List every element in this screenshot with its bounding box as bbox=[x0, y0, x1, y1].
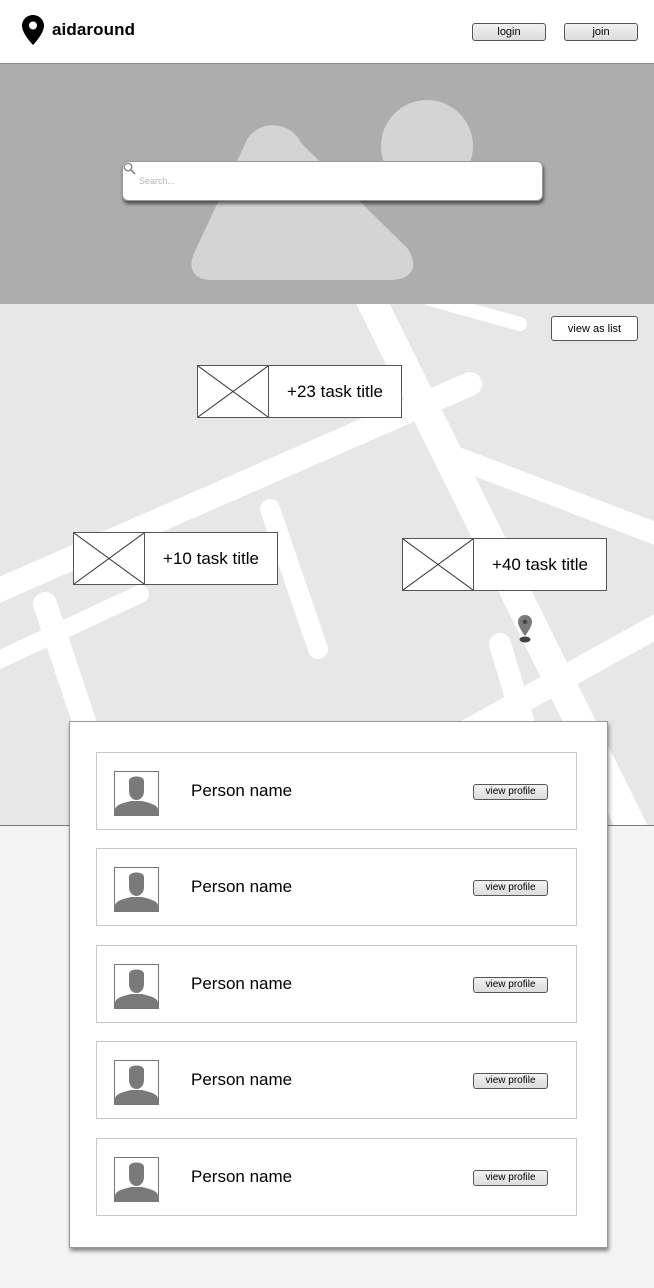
person-name: Person name bbox=[191, 974, 293, 993]
person-silhouette-icon bbox=[115, 969, 158, 1008]
search-bar[interactable] bbox=[122, 161, 543, 201]
brand-name[interactable]: aidaround bbox=[52, 20, 135, 40]
map-task-card[interactable]: +10 task title bbox=[73, 532, 278, 585]
people-list-panel: Person name view profile Person name vie… bbox=[69, 721, 608, 1248]
person-silhouette-icon bbox=[115, 1162, 158, 1201]
view-profile-button[interactable]: view profile bbox=[473, 1073, 548, 1089]
person-list-item: Person name view profile bbox=[96, 1138, 577, 1216]
person-list-item: Person name view profile bbox=[96, 1041, 577, 1119]
task-title: +40 task title bbox=[473, 539, 606, 590]
avatar bbox=[114, 867, 159, 912]
person-name: Person name bbox=[191, 781, 293, 800]
task-title: +23 task title bbox=[268, 366, 401, 417]
view-profile-button[interactable]: view profile bbox=[473, 1170, 548, 1186]
person-list-item: Person name view profile bbox=[96, 752, 577, 830]
map-marker-icon[interactable] bbox=[517, 615, 533, 643]
view-as-list-button[interactable]: view as list bbox=[551, 316, 638, 341]
view-profile-button[interactable]: view profile bbox=[473, 977, 548, 993]
avatar bbox=[114, 1157, 159, 1202]
join-button[interactable]: join bbox=[564, 23, 638, 41]
person-silhouette-icon bbox=[115, 776, 158, 815]
search-icon bbox=[123, 162, 136, 175]
person-name: Person name bbox=[191, 1167, 293, 1186]
map-pin-icon bbox=[22, 15, 44, 45]
person-list-item: Person name view profile bbox=[96, 848, 577, 926]
map-task-card[interactable]: +23 task title bbox=[197, 365, 402, 418]
image-placeholder-icon bbox=[403, 539, 473, 590]
avatar bbox=[114, 771, 159, 816]
map-task-card[interactable]: +40 task title bbox=[402, 538, 607, 591]
view-profile-button[interactable]: view profile bbox=[473, 880, 548, 896]
hero-banner bbox=[0, 64, 654, 304]
search-input[interactable] bbox=[139, 172, 529, 190]
avatar bbox=[114, 1060, 159, 1105]
person-list-item: Person name view profile bbox=[96, 945, 577, 1023]
task-title: +10 task title bbox=[144, 533, 277, 584]
login-button[interactable]: login bbox=[472, 23, 546, 41]
person-silhouette-icon bbox=[115, 1065, 158, 1104]
view-profile-button[interactable]: view profile bbox=[473, 784, 548, 800]
image-placeholder-icon bbox=[74, 533, 144, 584]
person-silhouette-icon bbox=[115, 872, 158, 911]
image-placeholder-icon bbox=[198, 366, 268, 417]
person-name: Person name bbox=[191, 1070, 293, 1089]
avatar bbox=[114, 964, 159, 1009]
top-bar: aidaround login join bbox=[0, 0, 654, 64]
person-name: Person name bbox=[191, 877, 293, 896]
